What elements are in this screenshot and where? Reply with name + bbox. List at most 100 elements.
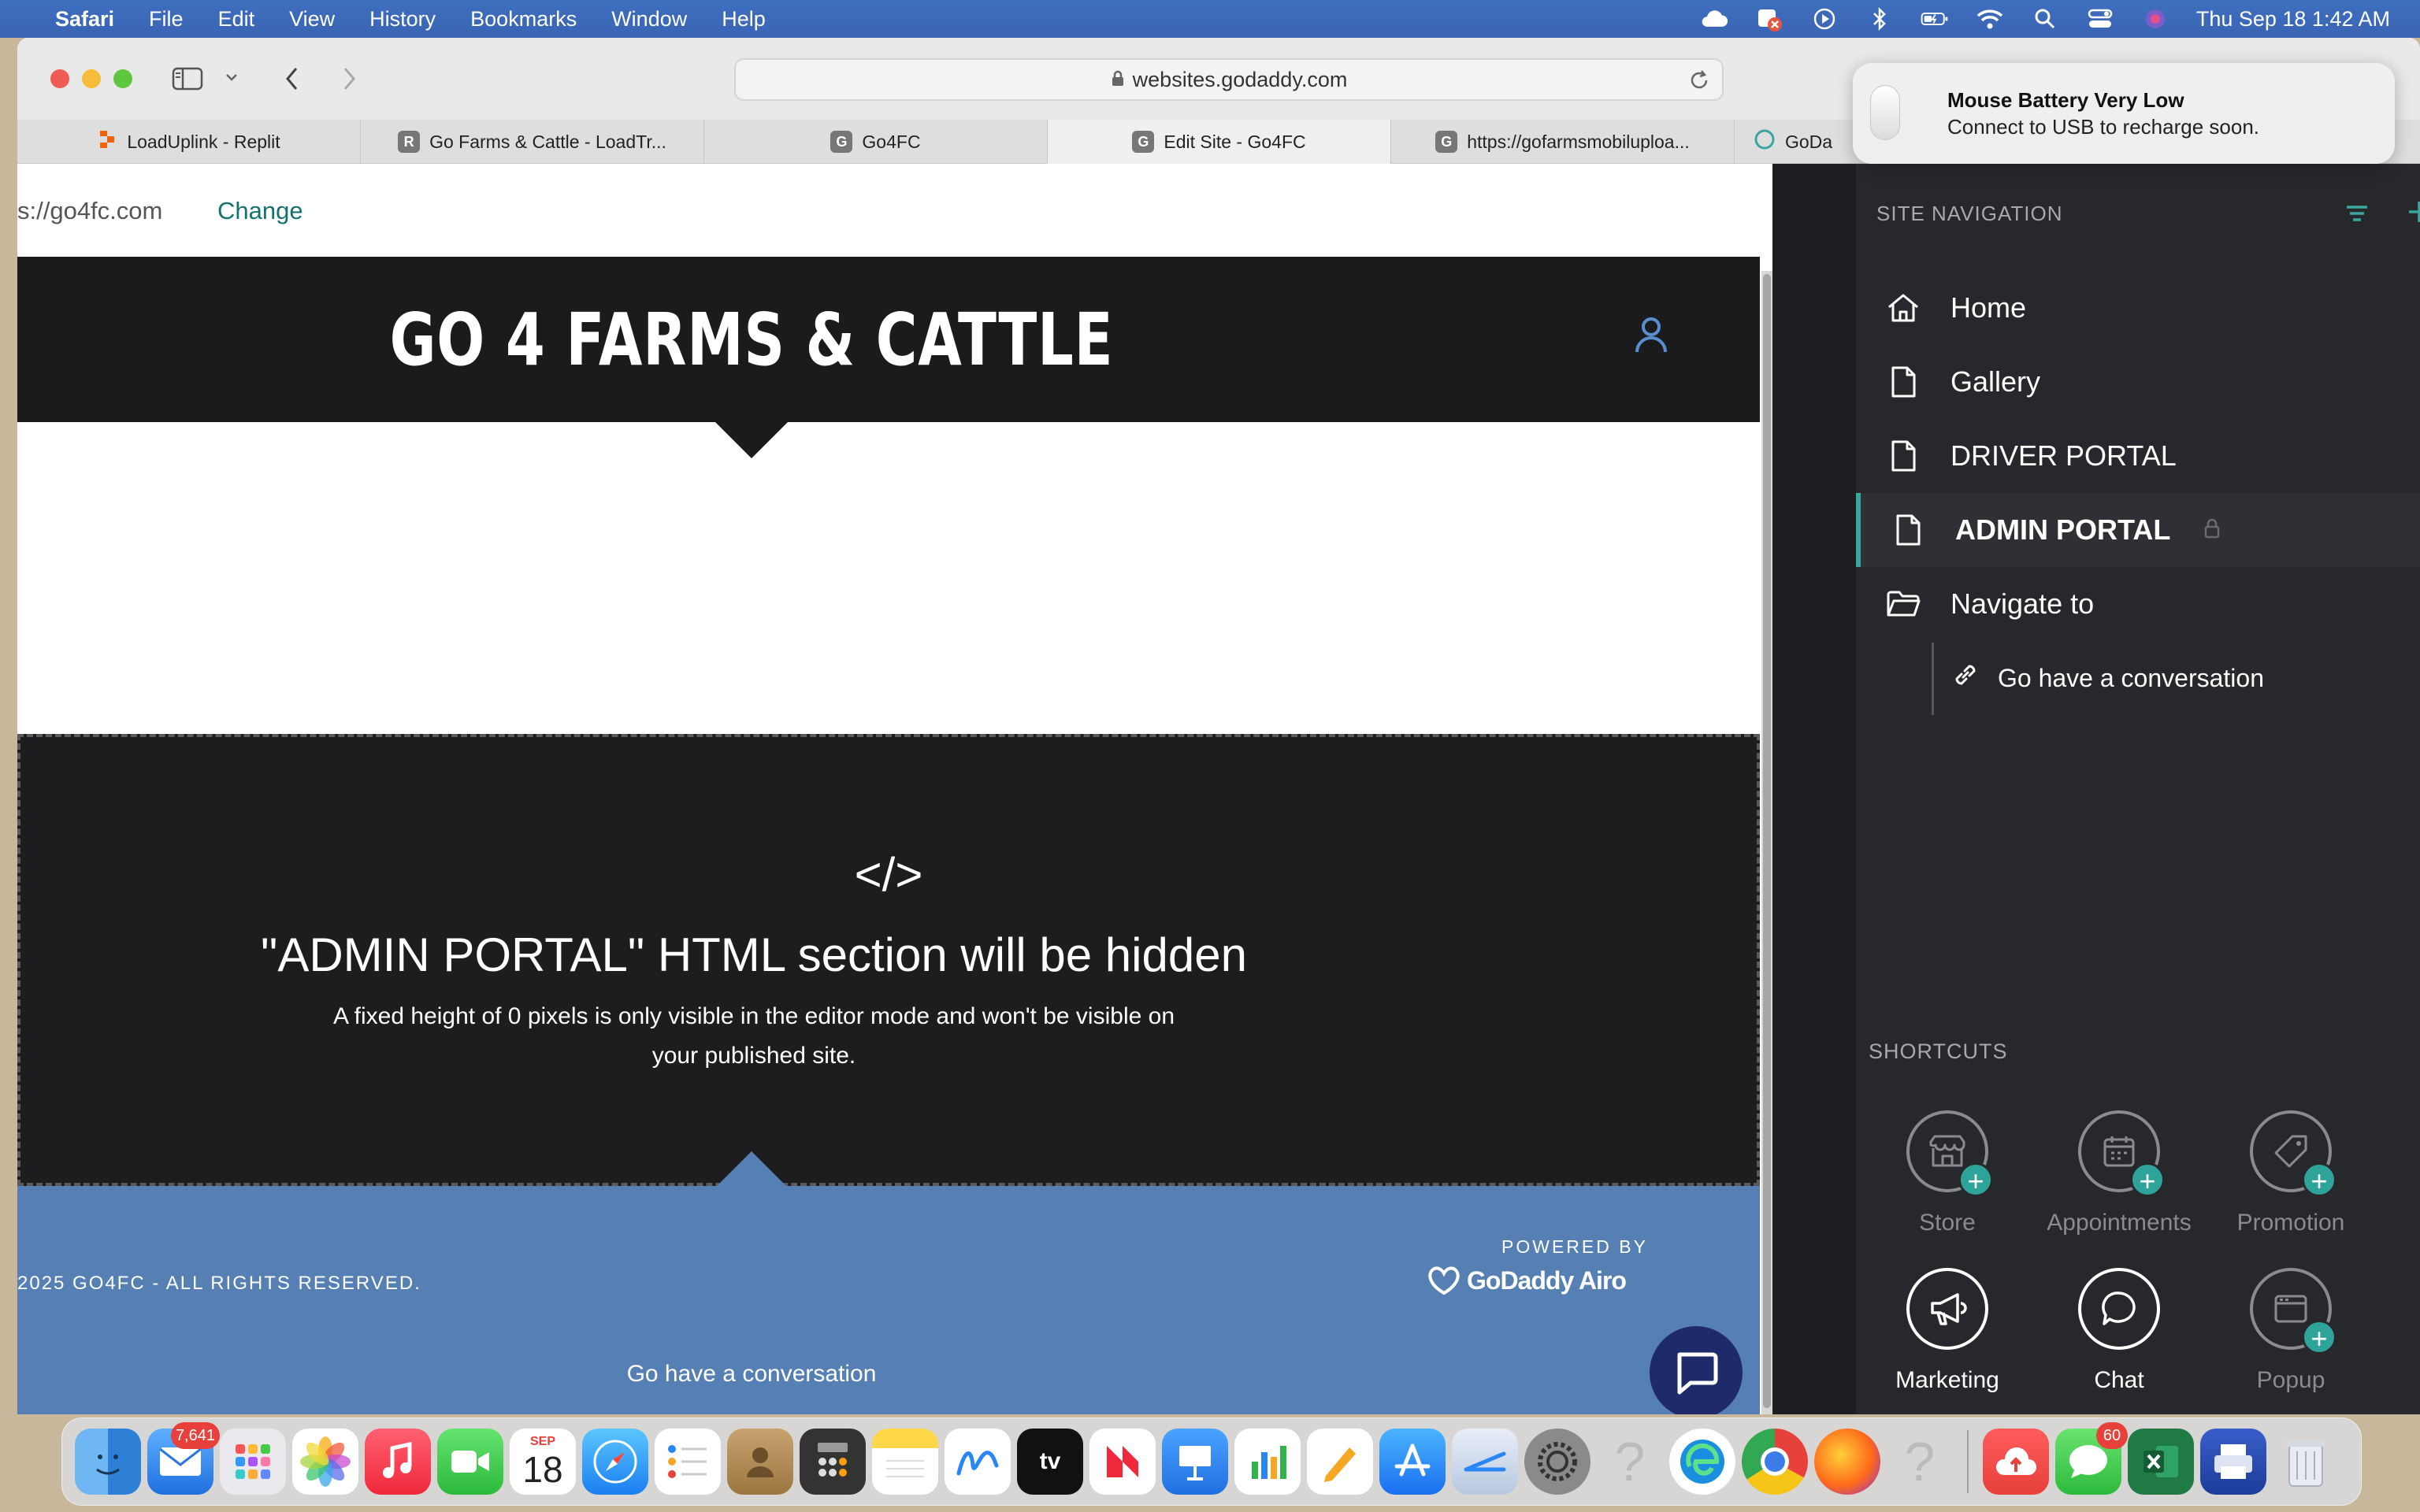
account-icon[interactable] (1634, 315, 1668, 358)
numbers-icon[interactable] (1234, 1429, 1301, 1495)
godaddy-airo-logo[interactable]: GoDaddy Airo (1426, 1265, 1627, 1296)
reminders-icon[interactable] (655, 1429, 721, 1495)
shortcut-store[interactable]: + Store (1869, 1110, 2026, 1236)
close-window-button[interactable] (50, 69, 69, 88)
system-settings-icon[interactable] (1524, 1429, 1590, 1495)
messages-icon[interactable]: 60 (2055, 1422, 2128, 1495)
tab-go4fc[interactable]: G Go4FC (704, 120, 1048, 164)
apple-tv-icon[interactable]: tv (1017, 1429, 1083, 1495)
forward-icon[interactable] (339, 65, 359, 97)
safari-icon[interactable] (582, 1429, 648, 1495)
scrollbar-thumb[interactable] (1763, 274, 1771, 1408)
tab-go-farms-cattle[interactable]: R Go Farms & Cattle - LoadTr... (361, 120, 704, 164)
tab-gofarms-upload[interactable]: G https://gofarmsmobiluploa... (1391, 120, 1735, 164)
tab-label: Go4FC (862, 131, 921, 152)
launchpad-icon[interactable] (220, 1429, 286, 1495)
menu-file[interactable]: File (149, 7, 184, 32)
nav-item-home[interactable]: Home (1856, 271, 2420, 345)
menu-edit[interactable]: Edit (218, 7, 255, 32)
nav-item-admin-portal[interactable]: ADMIN PORTAL (1856, 493, 2420, 567)
icloud-icon[interactable] (1700, 7, 1728, 31)
nav-label: Go have a conversation (1998, 663, 2264, 692)
creative-cloud-icon[interactable] (1983, 1429, 2049, 1495)
printer-icon[interactable] (2200, 1429, 2266, 1495)
shortcut-label: Appointments (2047, 1210, 2192, 1236)
siri-icon[interactable] (2141, 7, 2169, 31)
nav-item-navigate-to[interactable]: Navigate to (1856, 567, 2420, 641)
spotlight-search-icon[interactable] (2031, 7, 2059, 31)
play-circle-icon[interactable] (1810, 7, 1839, 31)
finder-icon[interactable] (75, 1429, 141, 1495)
status-app-icon[interactable] (1755, 7, 1783, 32)
firefox-icon[interactable] (1814, 1429, 1880, 1495)
menu-view[interactable]: View (289, 7, 335, 32)
xcode-icon[interactable] (1452, 1429, 1518, 1495)
calendar-app-icon[interactable]: SEP 18 (510, 1429, 576, 1495)
app-store-icon[interactable] (1379, 1429, 1446, 1495)
shortcut-chat[interactable]: Chat (2040, 1268, 2198, 1394)
menu-history[interactable]: History (369, 7, 436, 32)
chat-launcher-button[interactable] (1650, 1326, 1743, 1414)
footer-pointer (715, 1151, 788, 1188)
nav-item-driver-portal[interactable]: DRIVER PORTAL (1856, 419, 2420, 493)
chevron-down-icon[interactable] (224, 71, 239, 87)
page-icon (1856, 439, 1950, 472)
excel-icon[interactable] (2128, 1429, 2194, 1495)
html-section-hidden[interactable]: </> "ADMIN PORTAL" HTML section will be … (17, 734, 1760, 1186)
shortcut-popup[interactable]: + Popup (2212, 1268, 2370, 1394)
menu-clock[interactable]: Thu Sep 18 1:42 AM (2196, 7, 2390, 32)
reload-icon[interactable] (1687, 69, 1711, 98)
notes-icon[interactable] (872, 1429, 938, 1495)
edge-icon[interactable] (1669, 1429, 1735, 1495)
unknown-app-icon[interactable]: ? (1597, 1429, 1663, 1495)
freeform-icon[interactable] (945, 1429, 1011, 1495)
menu-app-name[interactable]: Safari (55, 7, 114, 32)
shortcut-promotion[interactable]: + Promotion (2212, 1110, 2370, 1236)
lock-icon (2203, 513, 2221, 547)
bluetooth-icon[interactable] (1865, 7, 1894, 31)
trash-icon[interactable] (2273, 1429, 2339, 1495)
battery-icon[interactable] (1921, 7, 1949, 31)
music-icon[interactable] (365, 1429, 431, 1495)
reorder-icon[interactable] (2344, 203, 2370, 229)
menu-help[interactable]: Help (722, 7, 766, 32)
add-page-icon[interactable] (2407, 200, 2420, 228)
unknown-app-icon[interactable]: ? (1887, 1429, 1953, 1495)
minimize-window-button[interactable] (82, 69, 101, 88)
panel-divider (1772, 164, 1856, 1414)
site-title[interactable]: GO 4 FARMS & CATTLE (179, 257, 1324, 422)
page-scrollbar[interactable] (1761, 271, 1772, 1414)
domain-text: s://go4fc.com (17, 197, 163, 224)
tab-label: Go Farms & Cattle - LoadTr... (429, 131, 666, 152)
control-center-icon[interactable] (2086, 7, 2114, 31)
keynote-icon[interactable] (1162, 1429, 1228, 1495)
nav-subitem-conversation[interactable]: Go have a conversation (1856, 641, 2420, 715)
domain-row: s://go4fc.com Change (17, 164, 1750, 236)
wifi-icon[interactable] (1976, 7, 2004, 31)
zoom-window-button[interactable] (113, 69, 132, 88)
news-icon[interactable] (1089, 1429, 1156, 1495)
mail-icon[interactable]: 7,641 (147, 1422, 220, 1495)
change-domain-link[interactable]: Change (217, 197, 303, 225)
photos-icon[interactable] (292, 1429, 358, 1495)
footer-conversation-link[interactable]: Go have a conversation (17, 1361, 1486, 1388)
contacts-icon[interactable] (727, 1429, 793, 1495)
tab-loaduplink[interactable]: LoadUplink - Replit (17, 120, 361, 164)
battery-notification[interactable]: Mouse Battery Very Low Connect to USB to… (1853, 63, 2395, 164)
tab-edit-site[interactable]: G Edit Site - Go4FC (1048, 120, 1391, 164)
menu-window[interactable]: Window (611, 7, 687, 32)
sidebar-toggle-icon[interactable] (172, 66, 203, 95)
shortcut-appointments[interactable]: + Appointments (2040, 1110, 2198, 1236)
chrome-icon[interactable] (1742, 1429, 1808, 1495)
menu-bookmarks[interactable]: Bookmarks (470, 7, 577, 32)
pages-icon[interactable] (1307, 1429, 1373, 1495)
back-icon[interactable] (282, 65, 302, 97)
facetime-icon[interactable] (437, 1429, 503, 1495)
hidden-section-title: "ADMIN PORTAL" HTML section will be hidd… (261, 928, 1247, 981)
messages-badge: 60 (2096, 1422, 2128, 1449)
nav-item-gallery[interactable]: Gallery (1856, 345, 2420, 419)
shortcut-marketing[interactable]: Marketing (1869, 1268, 2026, 1394)
calculator-icon[interactable] (800, 1429, 866, 1495)
site-favicon-icon: G (1435, 131, 1458, 153)
address-bar[interactable]: websites.godaddy.com (734, 58, 1724, 101)
